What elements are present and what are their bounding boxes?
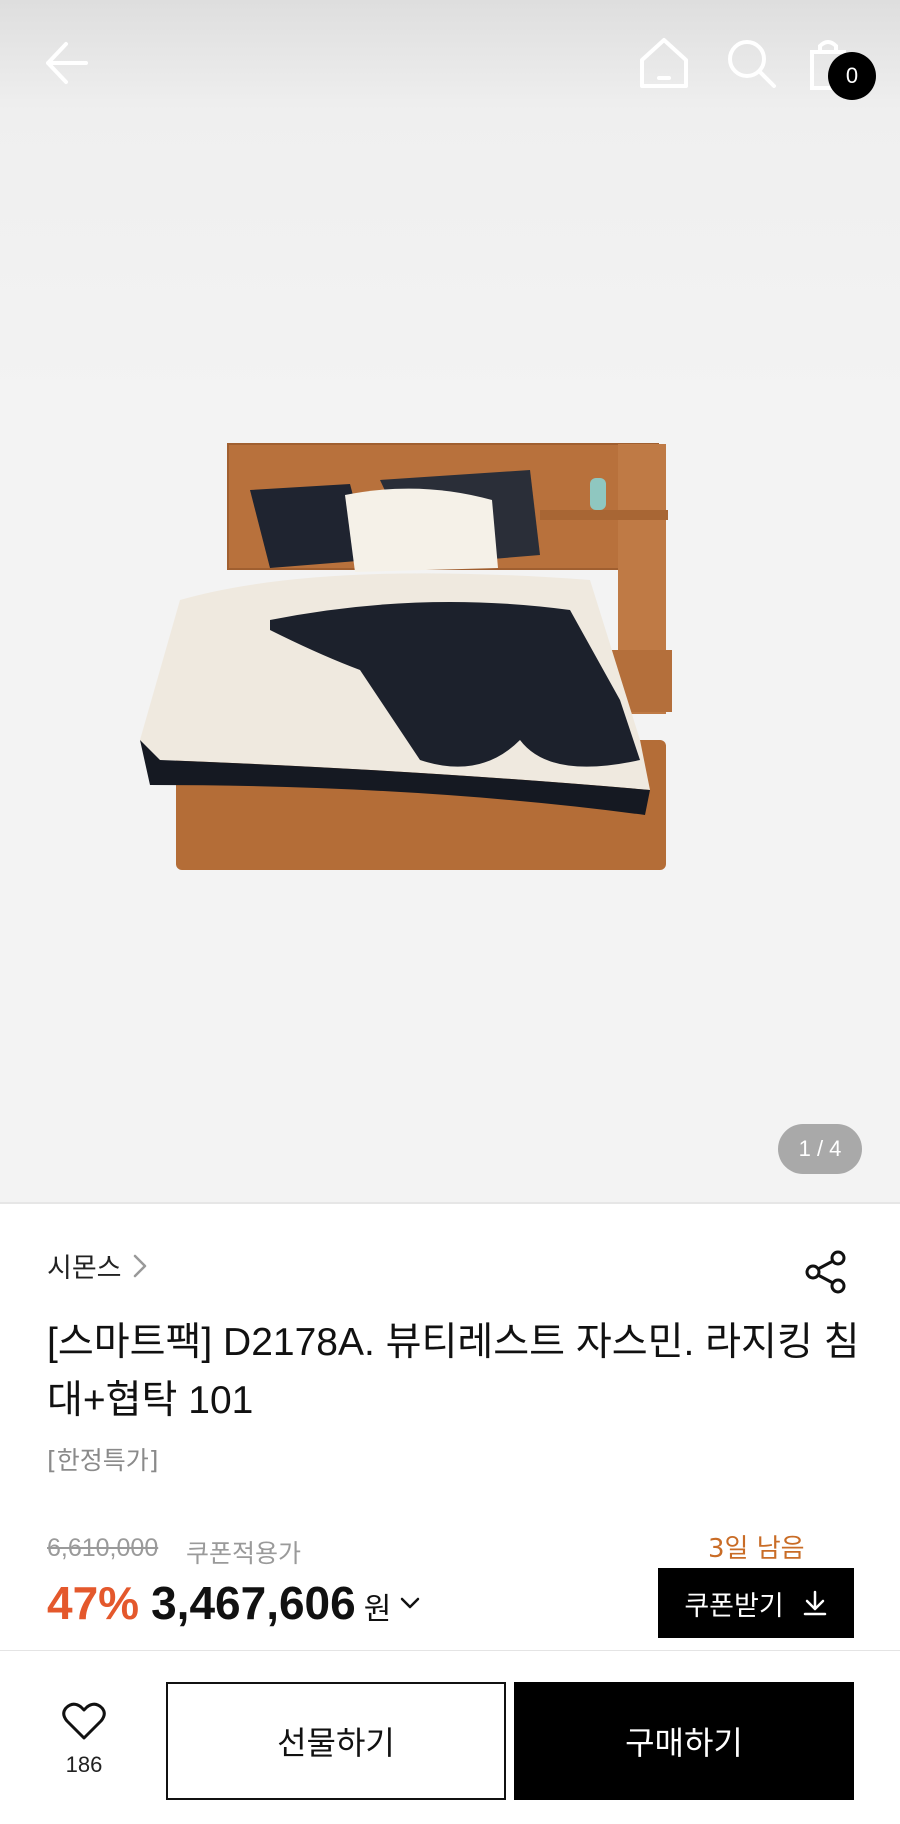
- product-subtitle: [한정특가]: [47, 1446, 159, 1475]
- home-icon[interactable]: [634, 34, 694, 92]
- chevron-down-icon[interactable]: [399, 1596, 421, 1610]
- get-coupon-label: 쿠폰받기: [684, 1590, 784, 1622]
- top-navigation-bar: 0: [0, 0, 900, 130]
- product-image: [140, 443, 672, 870]
- product-title: [스마트팩] D2178A. 뷰티레스트 자스민. 라지킹 침대+협탁 101: [47, 1321, 860, 1422]
- wishlist-count: 186: [65, 1752, 103, 1777]
- currency-label: 원: [363, 1592, 392, 1627]
- product-image-gallery[interactable]: 0 1 / 4: [0, 0, 900, 1203]
- arrow-left-icon[interactable]: [40, 36, 100, 90]
- coupon-price-label: 쿠폰적용가: [186, 1539, 302, 1568]
- image-pager: 1 / 4: [778, 1124, 862, 1174]
- search-icon[interactable]: [722, 34, 780, 92]
- gift-button[interactable]: 선물하기: [166, 1682, 506, 1800]
- download-icon: [803, 1590, 826, 1616]
- days-left-label: 3일 남음: [708, 1534, 805, 1564]
- chevron-right-icon: [133, 1254, 146, 1277]
- heart-icon: [62, 1702, 106, 1740]
- original-price: 6,610,000: [47, 1534, 159, 1562]
- divider: [0, 1202, 900, 1204]
- divider: [0, 1650, 900, 1651]
- get-coupon-button[interactable]: 쿠폰받기: [658, 1568, 854, 1638]
- wishlist-button[interactable]: 186: [54, 1700, 114, 1800]
- price-row[interactable]: 47% 3,467,606 원: [47, 1576, 421, 1630]
- brand-link[interactable]: 시몬스: [47, 1246, 148, 1285]
- cart-count-badge: 0: [828, 52, 876, 100]
- brand-name: 시몬스: [47, 1253, 122, 1284]
- sale-price: 3,467,606: [151, 1577, 356, 1629]
- buy-button[interactable]: 구매하기: [514, 1682, 854, 1800]
- share-icon[interactable]: [804, 1250, 848, 1294]
- discount-rate: 47%: [47, 1577, 140, 1629]
